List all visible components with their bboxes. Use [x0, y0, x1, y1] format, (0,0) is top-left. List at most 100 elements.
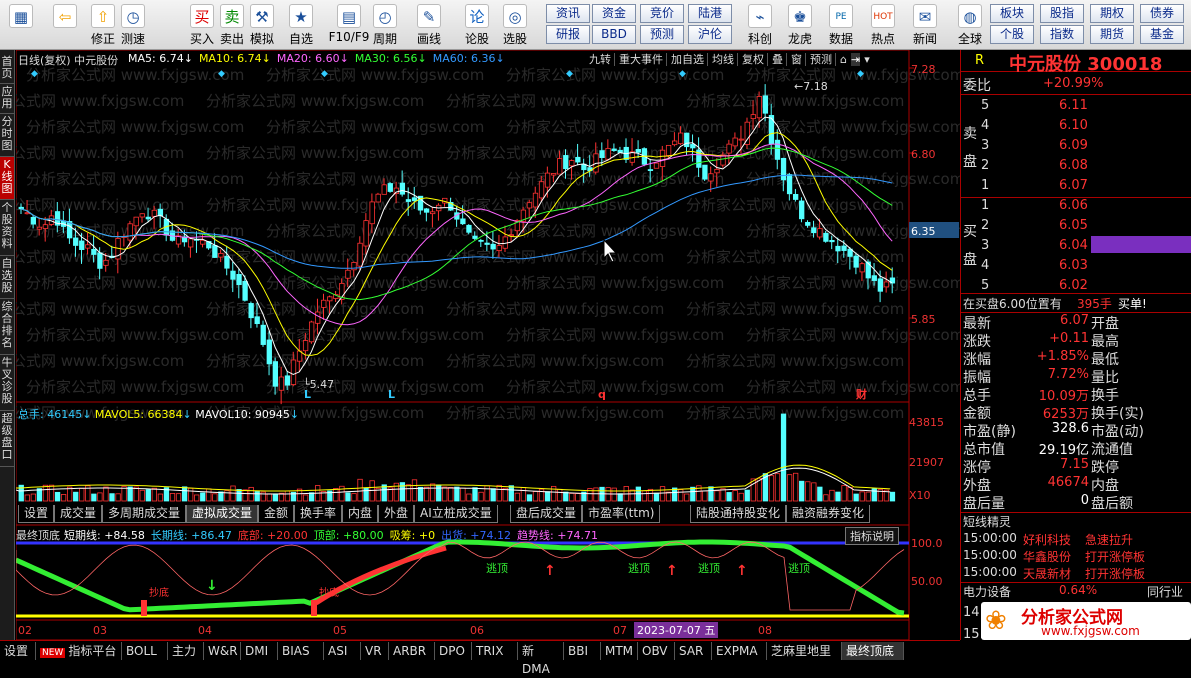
toolbar-news-button[interactable]: ✉ 新闻 [910, 2, 940, 48]
indicator-tab-10[interactable]: 市盈率(ttm) [582, 505, 661, 523]
dropdown-icon[interactable]: ▾ [864, 53, 870, 66]
toolbar-6-1-button[interactable]: 期货 [1090, 25, 1134, 44]
event-diamond-icon[interactable]: ◆ [321, 69, 328, 79]
sidebar-tab-4[interactable]: 个股资料 [0, 200, 14, 256]
indicator-tab-12[interactable]: 融资融券变化 [786, 505, 871, 523]
event-marker[interactable]: L [388, 388, 395, 401]
sprite-name[interactable]: 好利科技 [1023, 531, 1071, 548]
lock-icon[interactable]: ⌂ [840, 53, 847, 66]
toolbar-2-0-button[interactable]: 竞价 [640, 4, 684, 23]
indicator-tab-8[interactable]: AI立桩成交量 [414, 505, 498, 523]
sidebar-tab-6[interactable]: 综合排名 [0, 299, 14, 355]
buy-price[interactable]: 6.02 [1059, 278, 1088, 293]
event-diamond-icon[interactable]: ◆ [218, 69, 225, 79]
kline-menu-item[interactable]: 均线 [712, 53, 738, 66]
event-marker[interactable]: L [304, 388, 311, 401]
toolbar-3-1-button[interactable]: 沪伦 [688, 25, 732, 44]
indicator-tab-5[interactable]: 换手率 [294, 505, 343, 523]
bottom-tab-12[interactable]: 新DMA [518, 642, 564, 676]
toolbar-discuss-button[interactable]: 论论股 [462, 2, 492, 48]
bottom-tab-17[interactable]: EXPMA [712, 642, 767, 660]
event-diamond-icon[interactable]: ◆ [31, 69, 38, 79]
toolbar-6-0-button[interactable]: 期权 [1090, 4, 1134, 23]
indicator-explain-button[interactable]: 指标说明 [845, 527, 899, 545]
bottom-tab-13[interactable]: BBI [564, 642, 601, 660]
sell-price[interactable]: 6.11 [1059, 98, 1088, 113]
kline-menu-item[interactable]: 叠 [772, 53, 787, 66]
chart-canvas[interactable]: 分析家公式网 www.fxjgsw.com 分析家公式网 www.fxjgsw.c… [0, 49, 964, 641]
toolbar-star-market-button[interactable]: ⌁ 科创 [745, 2, 775, 48]
bottom-tab-1[interactable]: NEW 指标平台 [36, 642, 122, 660]
sidebar-tab-0[interactable]: 首页 [0, 54, 14, 84]
kline-menu-item[interactable]: 复权 [742, 53, 768, 66]
sidebar-tab-8[interactable]: 超级盘口 [0, 411, 14, 467]
bottom-tab-3[interactable]: 主力 [168, 642, 204, 660]
bottom-tab-11[interactable]: TRIX [472, 642, 518, 660]
buy-price[interactable]: 6.03 [1059, 258, 1088, 273]
event-diamond-icon[interactable]: ◆ [566, 69, 573, 79]
expand-icon[interactable]: ⇥ [850, 53, 861, 66]
bottom-tab-15[interactable]: OBV [638, 642, 675, 660]
indicator-tab-3[interactable]: 虚拟成交量 [186, 505, 259, 523]
toolbar-up-arrow-button[interactable]: ⇧ 修正 [88, 2, 118, 48]
kline-menu-item[interactable]: 重大事件 [619, 53, 667, 66]
toolbar-5-0-button[interactable]: 股指 [1040, 4, 1084, 23]
event-diamond-icon[interactable]: ◆ [857, 69, 864, 79]
kline-menu-item[interactable]: 加自选 [671, 53, 708, 66]
bottom-tab-18[interactable]: 芝麻里地里 [767, 642, 842, 660]
bottom-tab-6[interactable]: BIAS [278, 642, 324, 660]
toolbar-f10-button[interactable]: ▤ F10/F9 [328, 2, 370, 48]
sell-price[interactable]: 6.09 [1059, 138, 1088, 153]
sidebar-tab-1[interactable]: 应用 [0, 84, 14, 114]
toolbar-4-1-button[interactable]: 个股 [990, 25, 1034, 44]
toolbar-hot-button[interactable]: HOT 热点 [868, 2, 898, 48]
toolbar-globe-button[interactable]: ◍ 全球 [955, 2, 985, 48]
sprite-name[interactable]: 华鑫股份 [1023, 548, 1071, 565]
indicator-tab-9[interactable]: 盘后成交量 [510, 505, 583, 523]
event-marker[interactable]: q [598, 388, 606, 401]
bottom-tab-9[interactable]: ARBR [389, 642, 435, 660]
kline-menu-item[interactable]: 预测 [810, 53, 836, 66]
toolbar-hammer-button[interactable]: ⚒ 模拟 [247, 2, 277, 48]
buy-price[interactable]: 6.06 [1059, 198, 1088, 213]
toolbar-star-folder-button[interactable]: ★ 自选 [286, 2, 316, 48]
toolbar-3-0-button[interactable]: 陆港 [688, 4, 732, 23]
chart-area[interactable]: 分析家公式网 www.fxjgsw.com 分析家公式网 www.fxjgsw.c… [0, 49, 964, 641]
sell-price[interactable]: 6.10 [1059, 118, 1088, 133]
sidebar-tab-7[interactable]: 牛叉诊股 [0, 355, 14, 411]
toolbar-dragon-tiger-button[interactable]: ♚ 龙虎 [785, 2, 815, 48]
sidebar-tab-2[interactable]: 分时图 [0, 114, 14, 157]
toolbar-buy-button[interactable]: 买买入 [187, 2, 217, 48]
sidebar-tab-5[interactable]: 自选股 [0, 256, 14, 299]
toolbar-2-1-button[interactable]: 预测 [640, 25, 684, 44]
bottom-tab-2[interactable]: BOLL [122, 642, 168, 660]
toolbar-0-1-button[interactable]: 研报 [546, 25, 590, 44]
bottom-tab-7[interactable]: ASI [324, 642, 361, 660]
indicator-tab-2[interactable]: 多周期成交量 [102, 505, 187, 523]
toolbar-select-stock-button[interactable]: ◎ 选股 [500, 2, 530, 48]
toolbar-clock-button[interactable]: ◷ 测速 [118, 2, 148, 48]
bottom-tab-14[interactable]: MTM [601, 642, 638, 660]
bottom-tab-10[interactable]: DPO [435, 642, 472, 660]
toolbar-pe-button[interactable]: PE 数据 [826, 2, 856, 48]
sprite-name[interactable]: 天晟新材 [1023, 565, 1071, 582]
toolbar-5-1-button[interactable]: 指数 [1040, 25, 1084, 44]
buy-price[interactable]: 6.05 [1059, 218, 1088, 233]
indicator-tab-0[interactable]: 设置 [18, 505, 55, 523]
toolbar-pencil-button[interactable]: ✎ 画线 [414, 2, 444, 48]
toolbar-sell-button[interactable]: 卖卖出 [217, 2, 247, 48]
kline-menu-item[interactable]: 窗 [791, 53, 806, 66]
indicator-tab-11[interactable]: 陆股通持股变化 [690, 505, 787, 523]
toolbar-7-1-button[interactable]: 基金 [1140, 25, 1184, 44]
sell-price[interactable]: 6.08 [1059, 158, 1088, 173]
toolbar-7-0-button[interactable]: 债券 [1140, 4, 1184, 23]
buy-price[interactable]: 6.04 [1059, 238, 1088, 253]
event-diamond-icon[interactable]: ◆ [679, 69, 686, 79]
indicator-tab-6[interactable]: 内盘 [342, 505, 379, 523]
sell-price[interactable]: 6.07 [1059, 178, 1088, 193]
toolbar-4-0-button[interactable]: 板块 [990, 4, 1034, 23]
toolbar-period-button[interactable]: ◴ 周期 [370, 2, 400, 48]
bottom-tab-8[interactable]: VR [361, 642, 389, 660]
toolbar-0-0-button[interactable]: 资讯 [546, 4, 590, 23]
bottom-tab-4[interactable]: W&R [204, 642, 241, 660]
